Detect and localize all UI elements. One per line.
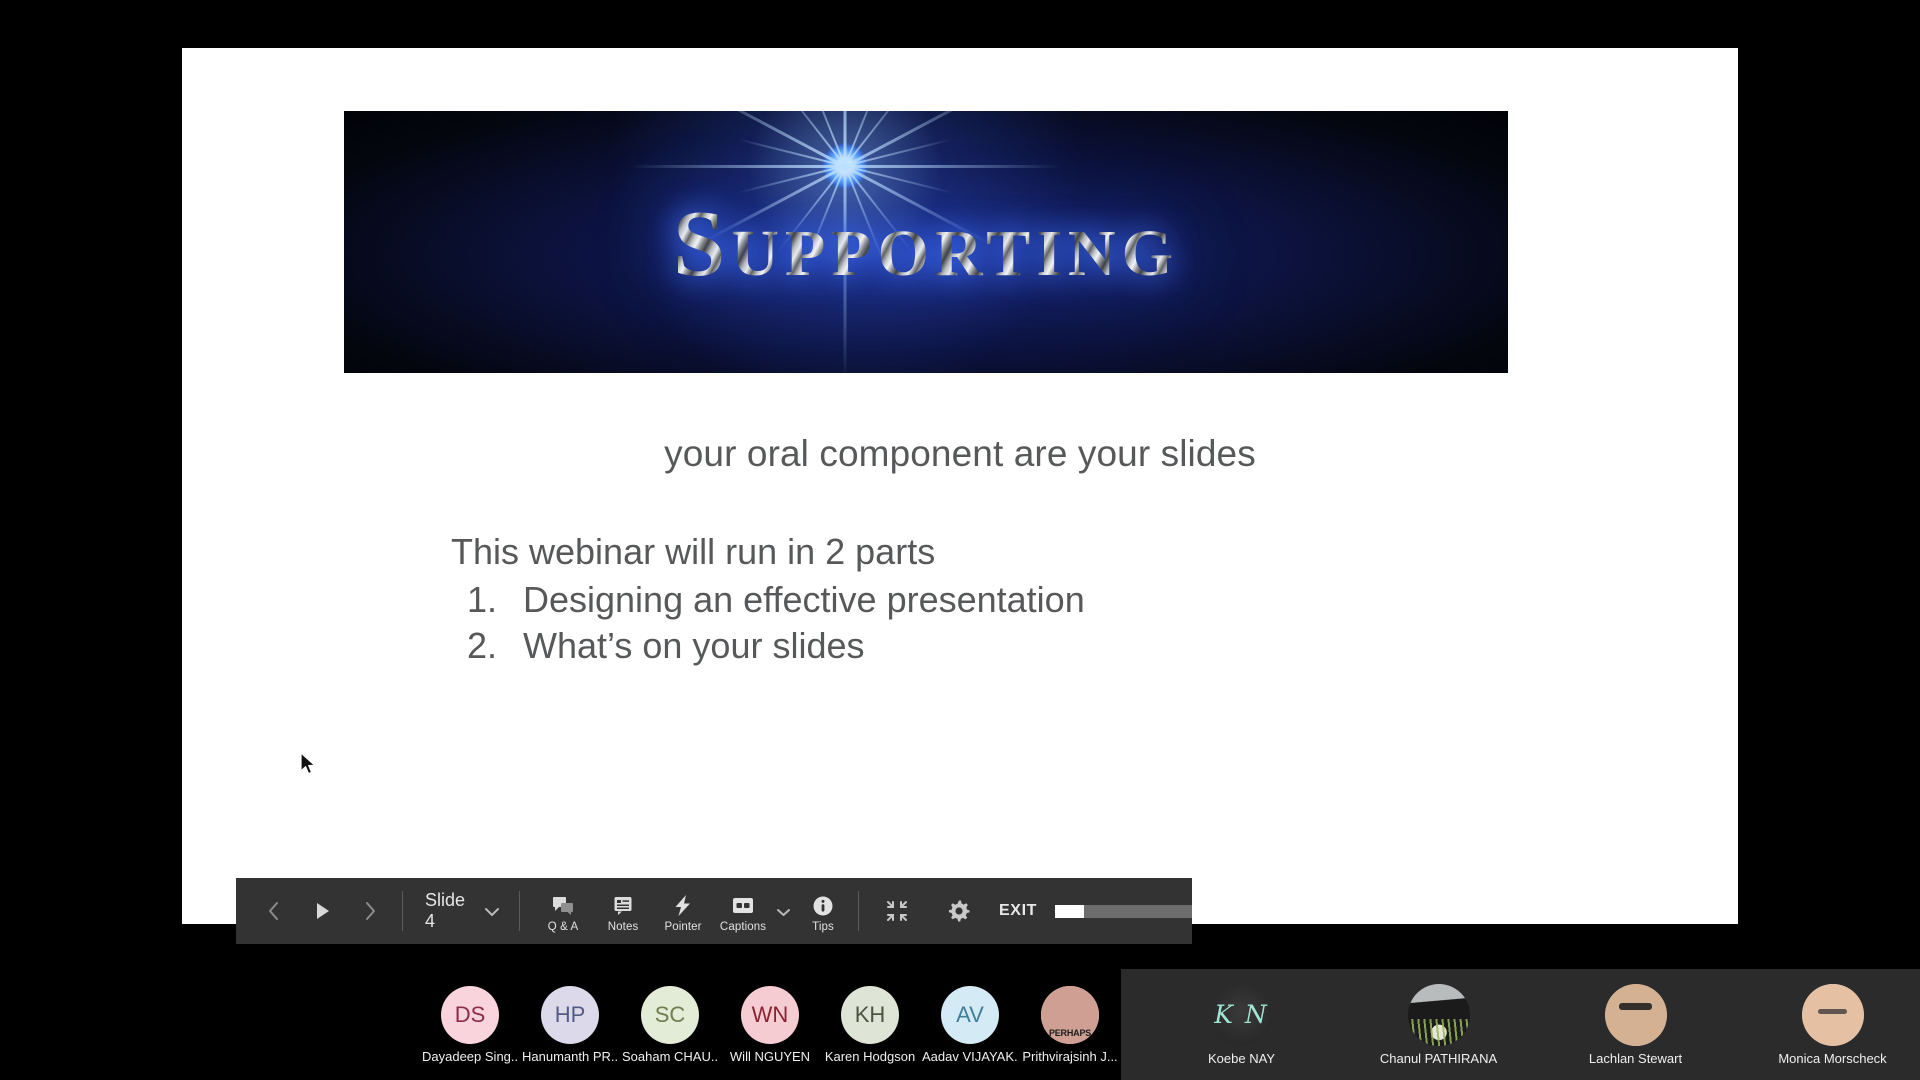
chevron-down-icon[interactable] bbox=[485, 901, 500, 922]
avatar-initials: SC bbox=[654, 1001, 686, 1027]
avatar: K N bbox=[1210, 983, 1273, 1046]
avatar-initials: K N bbox=[1214, 1000, 1269, 1029]
avatar-initials: HP bbox=[554, 1001, 586, 1027]
qa-button[interactable]: Q & A bbox=[534, 890, 592, 933]
avatar-photo bbox=[1604, 983, 1667, 1046]
participant-name: Will NGUYEN bbox=[729, 1048, 811, 1064]
participant-tile[interactable]: Prithvirajsinh J... bbox=[1020, 969, 1120, 1080]
screen: Supporting Supporting your oral componen… bbox=[0, 0, 1920, 1080]
next-slide-button[interactable] bbox=[348, 889, 392, 933]
avatar bbox=[1604, 983, 1667, 1046]
participant-name: Aadav VIJAYAK... bbox=[922, 1048, 1018, 1064]
chat-bubbles-icon bbox=[552, 894, 574, 918]
captions-chevron-down-icon[interactable] bbox=[774, 906, 792, 917]
participant-tile[interactable]: AV Aadav VIJAYAK... bbox=[920, 969, 1020, 1080]
presenter-toolbar: Slide 4 Q & A Notes Pointer Captions Tip… bbox=[236, 878, 1192, 944]
list-item-number: 2. bbox=[467, 625, 498, 667]
toolbar-right-group: EXIT bbox=[859, 889, 1192, 933]
pointer-label: Pointer bbox=[664, 920, 702, 933]
participant-tile[interactable]: K N Koebe NAY bbox=[1143, 969, 1340, 1080]
banner-word: Supporting bbox=[344, 197, 1508, 291]
avatar bbox=[1407, 983, 1470, 1046]
participant-tile[interactable]: DS Dayadeep Sing... bbox=[420, 969, 520, 1080]
participant-tiles: DS Dayadeep Sing... HP Hanumanth PR... S… bbox=[0, 969, 1920, 1080]
participant-name: Prithvirajsinh J... bbox=[1022, 1048, 1118, 1064]
avatar-photo bbox=[1041, 985, 1099, 1044]
captions-label: Captions bbox=[719, 920, 767, 933]
toolbar-navigation-group bbox=[236, 889, 402, 933]
pointer-button[interactable]: Pointer bbox=[654, 890, 712, 933]
participant-tile[interactable]: KH Karen Hodgson bbox=[820, 969, 920, 1080]
participant-tile[interactable]: Monica Morscheck bbox=[1734, 969, 1920, 1080]
slide-banner-image: Supporting Supporting bbox=[344, 111, 1508, 373]
participant-tile[interactable]: Chanul PATHIRANA bbox=[1340, 969, 1537, 1080]
participant-name: Hanumanth PR... bbox=[522, 1048, 618, 1064]
avatar-initials: KH bbox=[854, 1001, 886, 1027]
notes-label: Notes bbox=[607, 920, 639, 933]
tips-label: Tips bbox=[812, 920, 834, 933]
slide-selector[interactable]: Slide 4 bbox=[403, 890, 519, 932]
avatar: HP bbox=[541, 985, 599, 1044]
slide-lead-text: This webinar will run in 2 parts bbox=[451, 531, 936, 572]
participant-tile[interactable]: HP Hanumanth PR... bbox=[520, 969, 620, 1080]
participant-tile[interactable]: Lachlan Stewart bbox=[1537, 969, 1734, 1080]
list-item: 2. What’s on your slides bbox=[451, 623, 1085, 669]
slide-body: This webinar will run in 2 parts 1. Desi… bbox=[451, 531, 1085, 669]
tips-button[interactable]: Tips bbox=[794, 890, 852, 933]
qa-label: Q & A bbox=[547, 920, 579, 933]
participant-name: Lachlan Stewart bbox=[1588, 1050, 1683, 1066]
list-item: 1. Designing an effective presentation bbox=[451, 577, 1085, 623]
lightning-bolt-icon bbox=[672, 894, 694, 918]
info-circle-icon bbox=[812, 894, 834, 918]
notes-list-icon bbox=[612, 894, 634, 918]
slide-numbered-list: 1. Designing an effective presentation 2… bbox=[451, 577, 1085, 669]
avatar-photo bbox=[1801, 983, 1864, 1046]
participant-tile[interactable]: WN Will NGUYEN bbox=[720, 969, 820, 1080]
avatar bbox=[1041, 985, 1099, 1044]
collapse-arrows-icon[interactable] bbox=[875, 889, 919, 933]
participant-name: Soaham CHAU... bbox=[622, 1048, 718, 1064]
avatar: AV bbox=[941, 985, 999, 1044]
slide-subtitle: your oral component are your slides bbox=[664, 433, 1256, 474]
notes-button[interactable]: Notes bbox=[594, 890, 652, 933]
participant-name: Koebe NAY bbox=[1208, 1050, 1275, 1066]
participant-strip: DS Dayadeep Sing... HP Hanumanth PR... S… bbox=[0, 969, 1920, 1080]
toolbar-tools-group: Q & A Notes Pointer Captions Tips bbox=[520, 890, 858, 933]
participant-name: Dayadeep Sing... bbox=[422, 1048, 518, 1064]
avatar-initials: AV bbox=[956, 1001, 984, 1027]
list-item-label: Designing an effective presentation bbox=[523, 579, 1085, 621]
exit-button[interactable]: EXIT bbox=[999, 902, 1037, 920]
avatar-photo bbox=[1407, 983, 1470, 1046]
participant-name: Monica Morscheck bbox=[1778, 1050, 1887, 1066]
progress-fill bbox=[1055, 904, 1084, 918]
avatar-initials: WN bbox=[751, 1001, 789, 1027]
slide-number-label: Slide 4 bbox=[425, 890, 466, 931]
avatar: SC bbox=[641, 985, 699, 1044]
avatar: DS bbox=[441, 985, 499, 1044]
captions-button[interactable]: Captions bbox=[714, 890, 772, 933]
avatar: KH bbox=[841, 985, 899, 1044]
list-item-label: What’s on your slides bbox=[523, 625, 865, 667]
closed-captions-icon bbox=[731, 894, 755, 918]
participant-tile[interactable]: SC Soaham CHAU... bbox=[620, 969, 720, 1080]
participant-name: Karen Hodgson bbox=[824, 1048, 916, 1064]
gear-icon[interactable] bbox=[937, 889, 981, 933]
avatar bbox=[1801, 983, 1864, 1046]
participant-name: Chanul PATHIRANA bbox=[1379, 1050, 1498, 1066]
presentation-progress-bar[interactable] bbox=[1055, 904, 1192, 918]
avatar: WN bbox=[741, 985, 799, 1044]
play-button[interactable] bbox=[300, 889, 344, 933]
previous-slide-button[interactable] bbox=[252, 889, 296, 933]
avatar-initials: DS bbox=[454, 1001, 486, 1027]
slide-canvas: Supporting Supporting your oral componen… bbox=[182, 48, 1738, 924]
list-item-number: 1. bbox=[467, 579, 498, 621]
